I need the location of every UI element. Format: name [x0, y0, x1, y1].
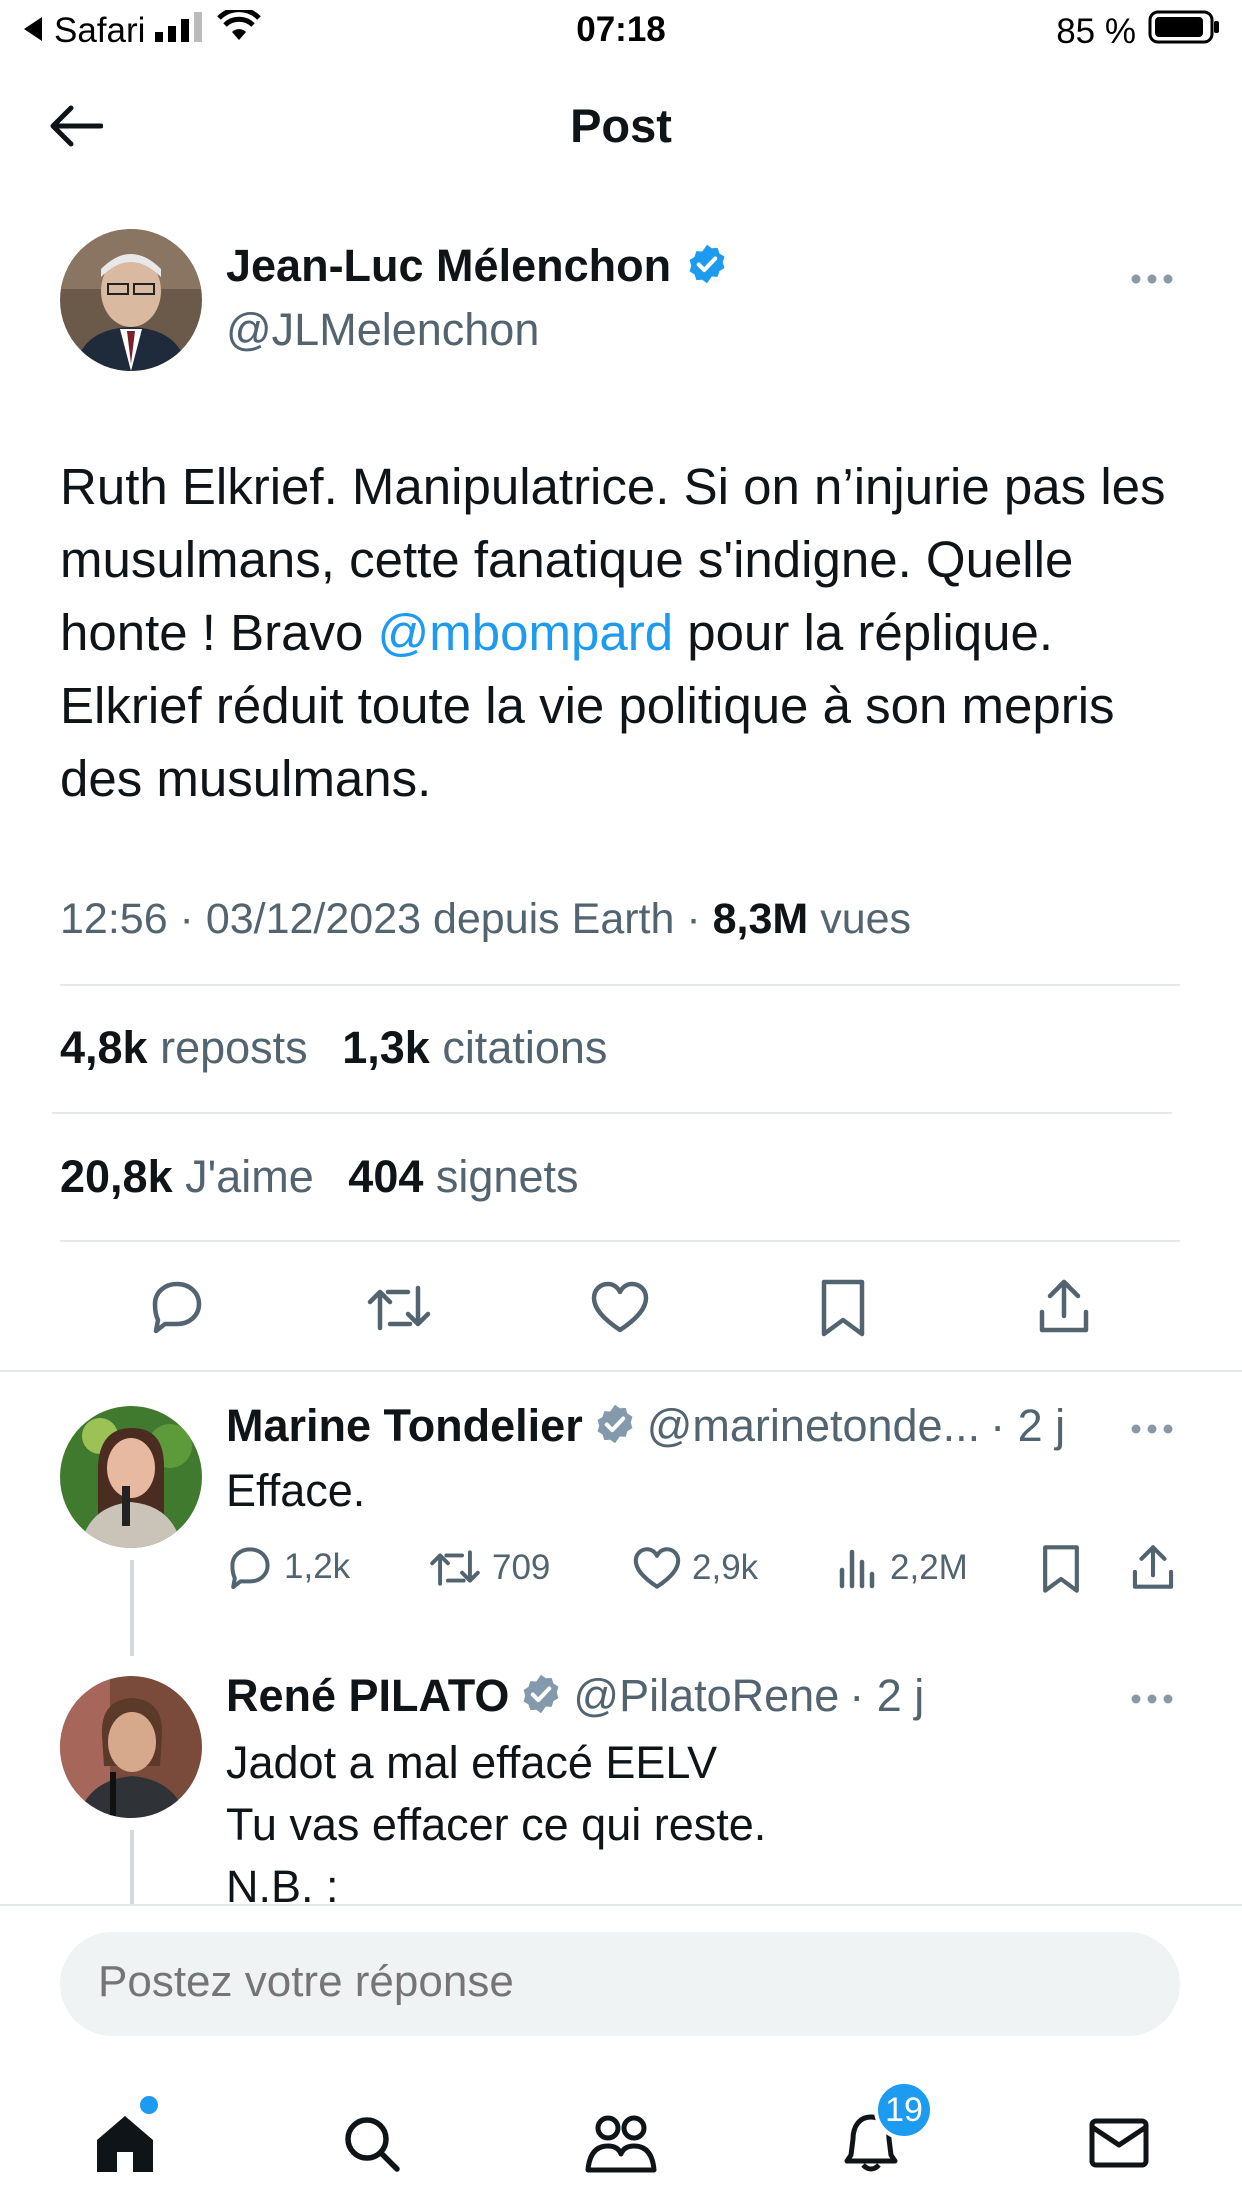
tweet-timestamp[interactable]: 12:56 · 03/12/2023 depuis Earth · — [60, 895, 701, 943]
views-icon — [839, 1549, 875, 1589]
reply-avatar[interactable] — [60, 1406, 202, 1548]
bookmarks-stat[interactable]: 404 signets — [348, 1151, 578, 1202]
reposts-count: 4,8k — [60, 1022, 148, 1073]
tweet-text: Ruth Elkrief. Manipulatrice. Si on n’inj… — [60, 450, 1190, 815]
thread-line — [130, 1560, 134, 1656]
notifications-badge: 19 — [874, 2080, 934, 2140]
reply-text: Jadot a mal effacé EELV Tu vas effacer c… — [226, 1732, 766, 1904]
stats-row-1: 4,8k reposts 1,3k citations — [60, 1022, 607, 1074]
home-notification-dot — [140, 2096, 158, 2114]
reply-reposts-count: 709 — [492, 1548, 551, 1587]
more-dots-icon — [1131, 274, 1173, 284]
likes-count: 20,8k — [60, 1151, 173, 1202]
reply-author-handle[interactable]: @marinetonde... — [647, 1400, 980, 1452]
reply-button[interactable] — [147, 1278, 207, 1334]
tab-messages[interactable] — [1074, 2098, 1164, 2188]
quotes-count: 1,3k — [342, 1022, 430, 1073]
reply-more-button[interactable] — [1130, 1692, 1174, 1710]
reply-header: René PILATO @PilatoRene · 2 j — [226, 1670, 924, 1722]
reply-views-button[interactable]: 2,2M — [836, 1546, 968, 1590]
reposts-label: reposts — [160, 1022, 308, 1073]
share-icon — [1132, 1545, 1174, 1589]
share-icon — [1039, 1279, 1089, 1333]
share-button[interactable] — [1036, 1276, 1092, 1336]
reply-author-handle[interactable]: @PilatoRene — [573, 1670, 839, 1722]
divider — [60, 1240, 1180, 1242]
views-count: 8,3M — [712, 895, 809, 943]
mention-link[interactable]: @mbompard — [378, 604, 674, 661]
reply-author-name[interactable]: Marine Tondelier — [226, 1400, 583, 1452]
likes-label: J'aime — [185, 1151, 314, 1202]
reply-like-button[interactable]: 2,9k — [632, 1546, 758, 1590]
reply-repost-button[interactable]: 709 — [428, 1546, 550, 1590]
more-dots-icon — [1131, 1694, 1173, 1704]
repost-button[interactable] — [366, 1280, 432, 1336]
quotes-label: citations — [442, 1022, 608, 1073]
verified-badge-icon — [519, 1672, 563, 1721]
tab-search[interactable] — [326, 2098, 416, 2188]
bookmark-icon — [821, 1279, 865, 1337]
more-options-button[interactable] — [1130, 250, 1174, 295]
tab-notifications[interactable]: 19 — [826, 2080, 934, 2188]
reply-avatar[interactable] — [60, 1676, 202, 1818]
divider — [60, 984, 1180, 986]
heart-icon — [633, 1547, 681, 1589]
author-name[interactable]: Jean-Luc Mélenchon — [226, 240, 671, 292]
views-label: vues — [820, 895, 912, 943]
reply-text-line: Jadot a mal effacé EELV — [226, 1737, 718, 1788]
divider — [0, 1370, 1242, 1372]
reply-header: Marine Tondelier @marinetonde... · 2 j — [226, 1400, 1146, 1452]
reply-icon — [230, 1547, 270, 1589]
tweet-meta: 12:56 · 03/12/2023 depuis Earth · 8,3M v… — [60, 895, 911, 944]
top-nav: Post — [0, 80, 1242, 170]
tab-home[interactable] — [80, 2096, 170, 2188]
reply-composer[interactable] — [60, 1932, 1180, 2036]
reply-share-button[interactable] — [1130, 1542, 1176, 1597]
quotes-stat[interactable]: 1,3k citations — [342, 1022, 607, 1073]
repost-icon — [367, 1285, 431, 1331]
heart-icon — [591, 1281, 649, 1333]
battery-label: 85 % — [1056, 11, 1136, 51]
communities-icon — [585, 2115, 657, 2173]
thread-line — [130, 1830, 134, 1906]
status-bar: Safari 07:18 85 % — [0, 0, 1242, 60]
reply-author-name[interactable]: René PILATO — [226, 1670, 509, 1722]
reply-likes-count: 2,9k — [692, 1548, 759, 1587]
verified-badge-icon — [685, 242, 729, 291]
likes-stat[interactable]: 20,8k J'aime — [60, 1151, 314, 1202]
reply-text: Efface. — [226, 1465, 366, 1516]
bookmarks-label: signets — [435, 1151, 579, 1202]
reposts-stat[interactable]: 4,8k reposts — [60, 1022, 308, 1073]
tab-communities[interactable] — [576, 2098, 666, 2188]
reply-input[interactable] — [96, 1956, 1100, 2008]
reply-views-count: 2,2M — [890, 1548, 968, 1587]
battery-icon — [1148, 10, 1220, 53]
reply-reply-button[interactable]: 1,2k — [226, 1544, 350, 1590]
like-button[interactable] — [590, 1280, 650, 1334]
reply-time: · 2 j — [849, 1670, 925, 1721]
home-icon — [97, 2116, 153, 2172]
author-handle[interactable]: @JLMelenchon — [226, 304, 539, 356]
reply-replies-count: 1,2k — [284, 1547, 351, 1586]
reply-more-button[interactable] — [1130, 1422, 1174, 1440]
reply-icon — [152, 1281, 202, 1334]
author-name-row: Jean-Luc Mélenchon — [226, 240, 729, 292]
verified-badge-icon — [593, 1402, 637, 1451]
status-battery: 85 % — [1056, 10, 1220, 53]
bookmark-icon — [1043, 1545, 1079, 1593]
reply-text-line: N.B. : — [226, 1861, 339, 1904]
search-icon — [345, 2117, 400, 2172]
reply-bookmark-button[interactable] — [1040, 1544, 1082, 1599]
bookmarks-count: 404 — [348, 1151, 424, 1202]
mail-icon — [1089, 2118, 1149, 2168]
repost-icon — [430, 1550, 480, 1586]
bookmark-button[interactable] — [818, 1278, 868, 1338]
author-avatar[interactable] — [60, 229, 202, 371]
stats-row-2: 20,8k J'aime 404 signets — [60, 1151, 579, 1203]
page-title: Post — [570, 99, 672, 152]
more-dots-icon — [1131, 1424, 1173, 1434]
divider — [52, 1112, 1172, 1114]
reply-text-line: Tu vas effacer ce qui reste. — [226, 1799, 767, 1850]
reply-time: · 2 j — [990, 1400, 1066, 1451]
